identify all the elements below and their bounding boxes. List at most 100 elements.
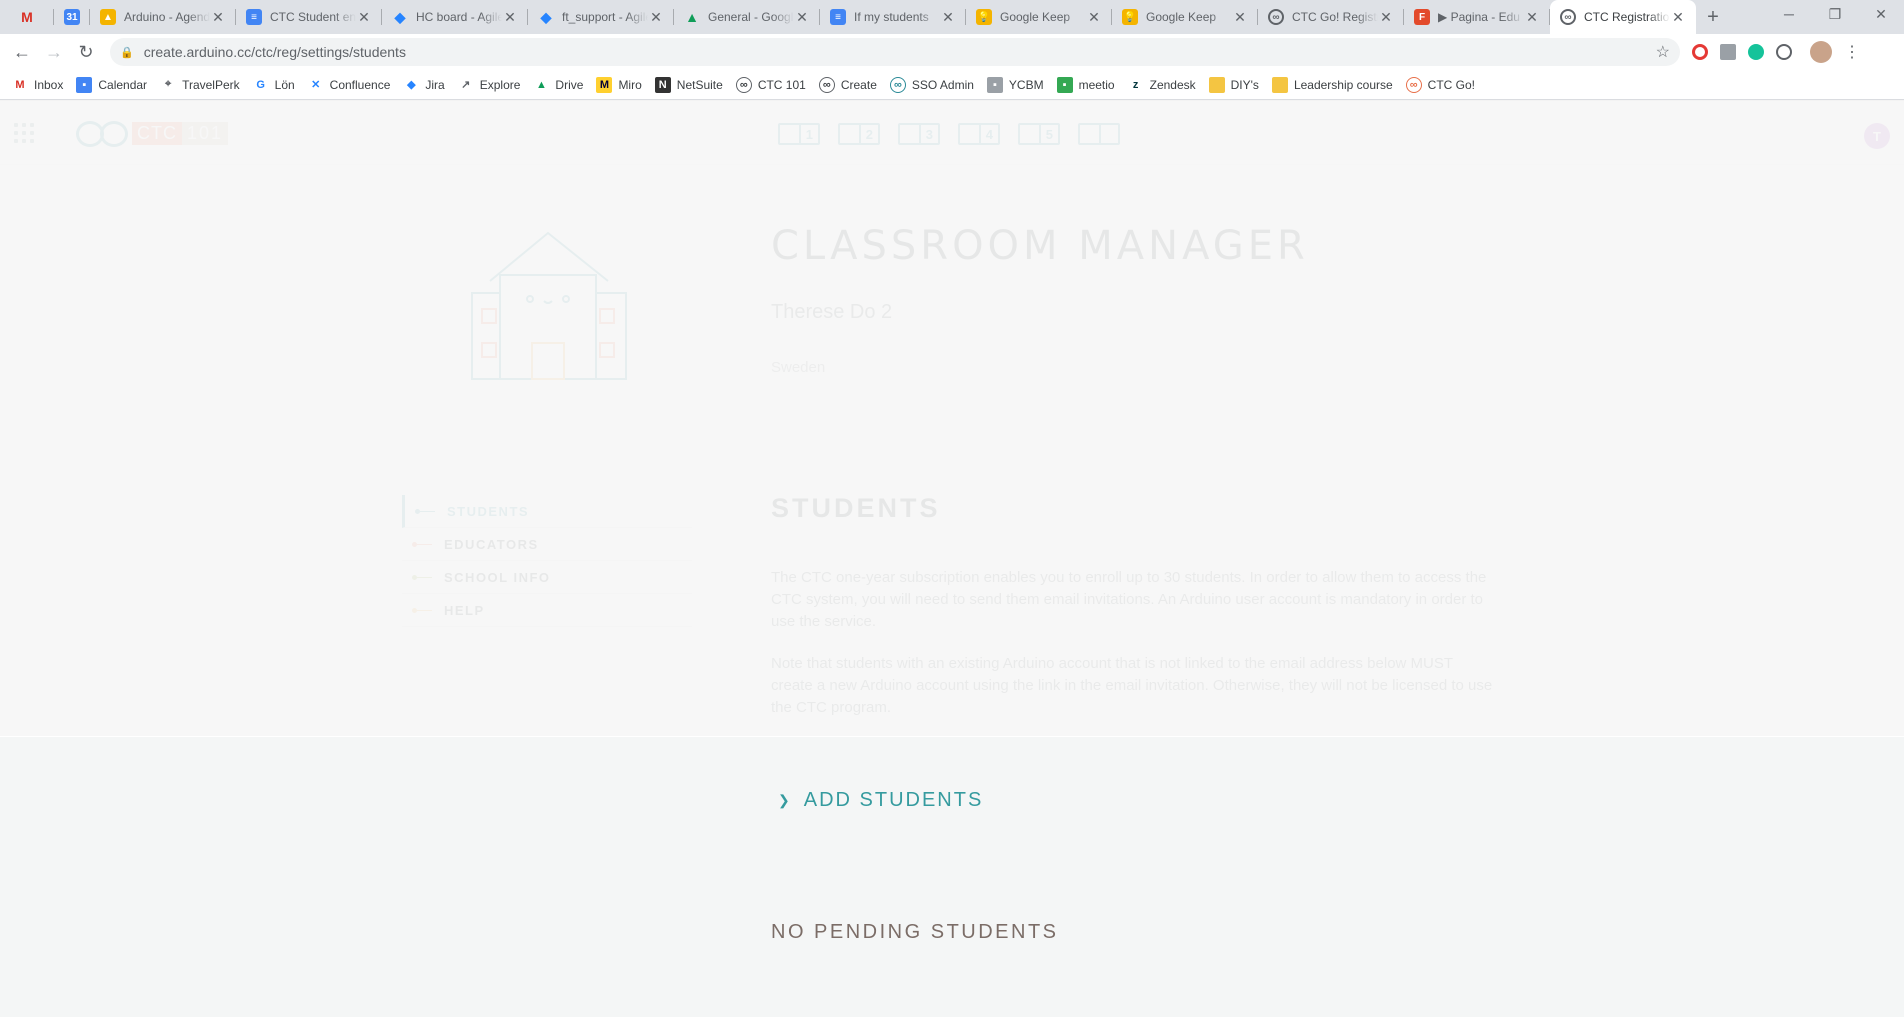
browser-tab[interactable]: 💡 Google Keep ✕ [1112, 0, 1258, 34]
bookmark-item[interactable]: N NetSuite [654, 76, 723, 93]
minimize-icon[interactable]: ─ [1766, 0, 1812, 28]
school-building-icon [470, 231, 630, 386]
extension-icon[interactable] [1692, 44, 1708, 60]
browser-tab[interactable]: ▲ General - Google Drive ✕ [674, 0, 820, 34]
bookmark-item[interactable]: DIY's [1208, 76, 1259, 93]
arduino-logo-icon [76, 121, 128, 147]
bookmark-item[interactable]: ▪ YCBM [986, 76, 1044, 93]
extension-icon[interactable] [1720, 44, 1736, 60]
book-1-icon[interactable]: 1 [778, 123, 820, 145]
bookmark-item[interactable]: ∞ SSO Admin [889, 76, 974, 93]
browser-tab[interactable]: ∞ CTC Go! Registration ✕ [1258, 0, 1404, 34]
browser-tab[interactable]: ◆ HC board - Agile ✕ [382, 0, 528, 34]
sidebar-item-students[interactable]: STUDENTS [402, 495, 692, 528]
browser-tab[interactable]: ◆ ft_support - Agile ✕ [528, 0, 674, 34]
bookmark-item[interactable]: ⌖ TravelPerk [160, 77, 240, 93]
book-number: 3 [925, 126, 933, 142]
bookmark-item[interactable]: ▪ meetio [1056, 76, 1115, 93]
browser-tab[interactable]: 💡 Google Keep ✕ [966, 0, 1112, 34]
user-avatar[interactable]: T [1864, 123, 1890, 149]
ctc-logo[interactable]: CTC 101 [76, 121, 229, 147]
apps-grid-icon[interactable] [14, 123, 34, 143]
browser-tab[interactable]: M [0, 0, 54, 34]
bookmark-item[interactable]: G Lön [253, 77, 295, 93]
reload-icon[interactable]: ↻ [70, 38, 102, 66]
browser-tab[interactable]: ▲ Arduino - Agenda ✕ [90, 0, 236, 34]
bookmark-item[interactable]: ✕ Confluence [308, 77, 390, 93]
book-5-icon[interactable]: 5 [1018, 123, 1060, 145]
folder-icon [1271, 76, 1288, 93]
explore-icon: ↗ [461, 79, 471, 91]
bookmark-item[interactable]: ↗ Explore [458, 77, 520, 93]
bookmark-item[interactable]: M Miro [596, 76, 642, 93]
keep-icon: 💡 [976, 9, 992, 25]
tab-title: Google Keep [1000, 10, 1071, 24]
bookmark-item[interactable]: ∞ CTC 101 [735, 76, 806, 93]
bookmark-item[interactable]: ∞ CTC Go! [1405, 76, 1475, 93]
info-icon[interactable] [1776, 44, 1792, 60]
bookmark-item[interactable]: z Zendesk [1128, 77, 1196, 93]
book-number: 4 [985, 126, 993, 142]
close-icon[interactable]: ✕ [1086, 9, 1102, 26]
bookmark-label: Miro [618, 77, 642, 92]
figma-icon: F [1414, 9, 1430, 25]
close-icon[interactable]: ✕ [356, 9, 372, 26]
close-icon[interactable]: ✕ [1232, 9, 1248, 26]
browser-tab[interactable]: 31 [54, 0, 90, 34]
drive-icon: ▲ [535, 78, 547, 91]
sidebar-item-educators[interactable]: EDUCATORS [402, 528, 692, 561]
browser-tab-strip: M 31 ▲ Arduino - Agenda ✕ ≡ CTC Student … [0, 0, 1904, 34]
back-icon[interactable]: ← [6, 38, 38, 66]
forward-icon[interactable]: → [38, 38, 70, 66]
bookmark-label: YCBM [1008, 77, 1044, 92]
chevron-right-icon: ❯ [778, 792, 792, 808]
close-icon[interactable]: ✕ [648, 9, 664, 26]
browser-tab[interactable]: ≡ If my students ✕ [820, 0, 966, 34]
docs-icon: ≡ [830, 9, 846, 25]
bookmark-item[interactable]: ◆ Jira [403, 77, 445, 93]
browser-tab-active[interactable]: ∞ CTC Registration ✕ [1550, 0, 1696, 34]
book-2-icon[interactable]: 2 [838, 123, 880, 145]
close-icon[interactable]: ✕ [940, 9, 956, 26]
book-4-icon[interactable]: 4 [958, 123, 1000, 145]
sidebar-item-label: EDUCATORS [444, 536, 539, 552]
bookmark-item[interactable]: M Inbox [12, 77, 63, 93]
calendar-icon: 31 [64, 9, 80, 25]
bookmark-item[interactable]: ▪ Calendar [76, 76, 147, 93]
bookmark-label: Lön [274, 77, 295, 92]
book-bookmark-icon[interactable] [1078, 123, 1120, 145]
book-3-icon[interactable]: 3 [898, 123, 940, 145]
close-icon[interactable]: ✕ [1524, 9, 1540, 26]
confluence-icon: ✕ [311, 79, 321, 91]
warning-paragraph: Note that students with an existing Ardu… [771, 655, 1493, 716]
close-icon[interactable]: ✕ [502, 9, 518, 26]
students-panel: ❯ ADD STUDENTS NO PENDING STUDENTS [0, 737, 1904, 1017]
profile-avatar[interactable] [1810, 41, 1832, 63]
bookmark-item[interactable]: ▲ Drive [533, 77, 583, 93]
close-icon[interactable]: ✕ [1378, 9, 1394, 26]
close-icon[interactable]: ✕ [1670, 9, 1686, 26]
menu-icon[interactable]: ⋮ [1844, 42, 1860, 62]
bookmark-item[interactable]: ∞ Create [818, 76, 877, 93]
close-icon[interactable]: ✕ [210, 9, 226, 26]
browser-tab[interactable]: F ▶ Pagina - Edu ✕ [1404, 0, 1550, 34]
close-icon[interactable]: ✕ [794, 9, 810, 26]
bookmark-label: Jira [425, 77, 445, 92]
close-window-icon[interactable]: ✕ [1858, 0, 1904, 28]
browser-tab[interactable]: ≡ CTC Student enrollment ✕ [236, 0, 382, 34]
maximize-icon[interactable]: ❐ [1812, 0, 1858, 28]
arduino-icon: ∞ [1268, 9, 1284, 25]
book-number: 2 [865, 126, 873, 142]
add-students-button[interactable]: ❯ ADD STUDENTS [778, 789, 983, 812]
sidebar-item-help[interactable]: HELP [402, 594, 692, 627]
address-bar[interactable]: 🔒 create.arduino.cc/ctc/reg/settings/stu… [110, 38, 1680, 66]
grammarly-icon[interactable] [1748, 44, 1764, 60]
bookmark-label: Create [840, 77, 877, 92]
bookmark-item[interactable]: Leadership course [1271, 76, 1393, 93]
bookmark-star-icon[interactable]: ☆ [1656, 42, 1670, 62]
new-tab-button[interactable]: + [1696, 0, 1730, 34]
jira-icon: ◆ [407, 79, 416, 91]
sidebar-item-school-info[interactable]: SCHOOL INFO [402, 561, 692, 594]
sidebar-item-label: SCHOOL INFO [444, 569, 551, 585]
bookmark-label: SSO Admin [911, 77, 974, 92]
